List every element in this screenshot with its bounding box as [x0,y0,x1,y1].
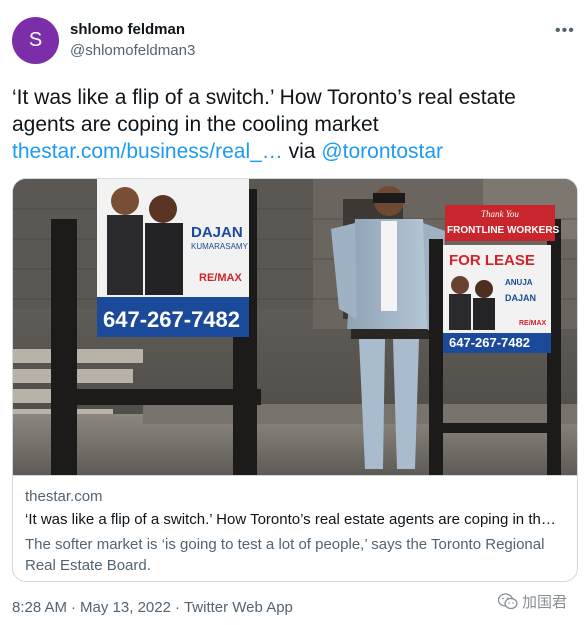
tweet-time[interactable]: 8:28 AM [12,599,67,616]
tweet: S shlomo feldman @shlomofeldman3 ••• ‘It… [0,0,587,625]
author-name[interactable]: shlomo feldman [70,21,185,38]
sign-right-title: FOR LEASE [449,252,535,269]
more-icon[interactable]: ••• [555,22,575,40]
tweet-footer: 8:28 AM · May 13, 2022 · Twitter Web App [12,599,293,616]
author-handle[interactable]: @shlomofeldman3 [70,42,195,59]
tweet-text-line-1: ‘It was like a flip of a switch.’ How To… [12,86,516,109]
watermark-text: 加国君 [522,594,568,611]
sign-left-phone: 647-267-7482 [103,307,240,332]
card-title: ‘It was like a flip of a switch.’ How To… [25,511,556,528]
tweet-text-line-2: agents are coping in the cooling market [12,113,379,136]
sign-right-name2: DAJAN [505,293,536,303]
wechat-icon [498,593,518,610]
photo-realtor-signs: DAJAN KUMARASAMY RE/MAX 647-267-7482 Tha… [13,179,577,475]
card-description: The softer market is ‘is going to test a… [25,536,545,574]
avatar[interactable]: S [12,17,59,64]
tweet-date[interactable]: May 13, 2022 [80,599,171,616]
sign-right-banner: Thank You [481,209,519,219]
card-image[interactable]: DAJAN KUMARASAMY RE/MAX 647-267-7482 Tha… [13,179,577,475]
watermark: 加国君 [498,591,567,612]
sign-right-name1: ANUJA [505,278,533,287]
sign-left-sub: KUMARASAMY [191,242,249,251]
sign-left-brand: RE/MAX [199,272,242,284]
tweet-text: ‘It was like a flip of a switch.’ How To… [12,84,578,165]
mention-link[interactable]: @torontostar [321,140,443,163]
card-meta[interactable]: thestar.com ‘It was like a flip of a swi… [13,475,577,581]
sign-right-banner2: FRONTLINE WORKERS [447,225,560,236]
tweet-source[interactable]: Twitter Web App [184,599,293,616]
tweet-text-line-3: thestar.com/business/real_… via @toronto… [12,138,578,165]
sign-right-phone: 647-267-7482 [449,335,530,350]
link-card[interactable]: DAJAN KUMARASAMY RE/MAX 647-267-7482 Tha… [12,178,578,582]
avatar-letter: S [28,29,43,51]
card-domain: thestar.com [25,488,103,505]
sign-left-name: DAJAN [191,224,243,241]
article-link[interactable]: thestar.com/business/real_… [12,140,283,163]
separator-dot: · [174,599,180,616]
via-text: via [282,140,322,163]
sign-right-brand: RE/MAX [519,320,547,327]
separator-dot: · [71,599,77,616]
